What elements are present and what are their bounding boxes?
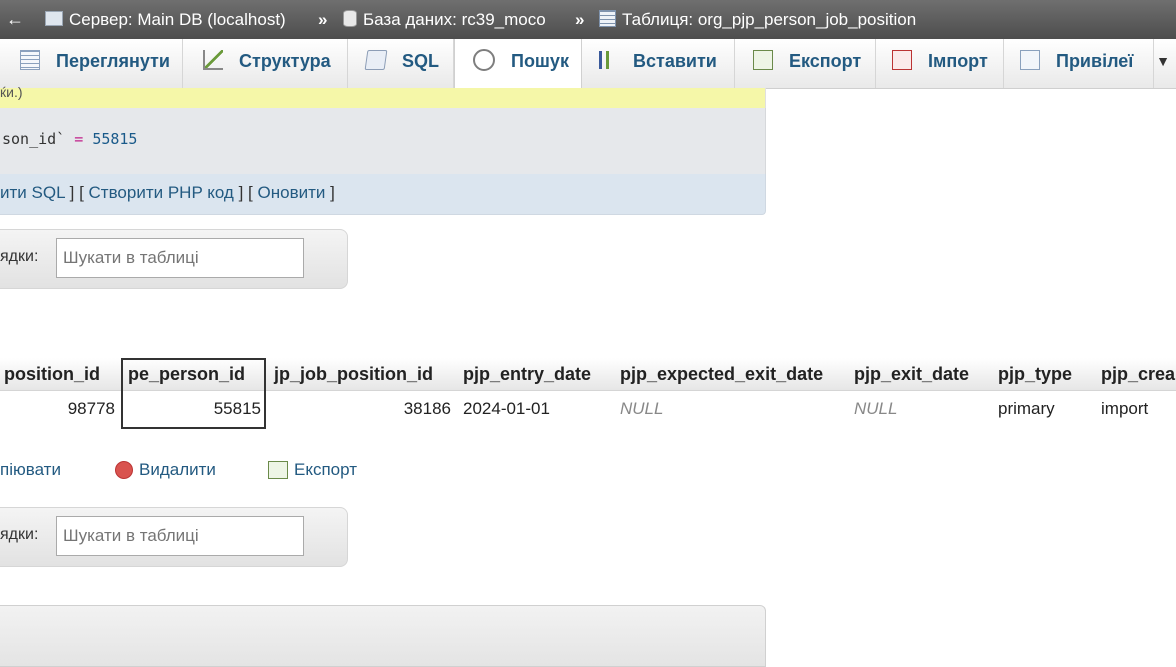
- back-arrow-icon[interactable]: ←: [6, 0, 24, 39]
- database-icon: [343, 10, 357, 28]
- tab-search[interactable]: Пошук: [454, 39, 582, 88]
- chevron-down-icon[interactable]: ▼: [1156, 39, 1170, 84]
- sql-value: 55815: [92, 130, 138, 148]
- table-cell[interactable]: NULL: [620, 392, 663, 426]
- column-header[interactable]: pjp_crea: [1101, 358, 1175, 390]
- bracket: ] [: [238, 183, 253, 202]
- selected-cell-outline: [121, 358, 266, 429]
- sql-column: son_id`: [2, 130, 66, 148]
- refresh-link[interactable]: Оновити: [258, 183, 326, 202]
- privileges-icon: [1020, 50, 1040, 71]
- breadcrumb-table-label[interactable]: Таблиця: org_pjp_person_job_position: [622, 10, 916, 29]
- filter-label: ядки:: [0, 526, 39, 543]
- column-header[interactable]: pjp_expected_exit_date: [620, 358, 823, 390]
- tab-import[interactable]: Імпорт: [876, 39, 1004, 88]
- column-header[interactable]: pjp_type: [998, 358, 1072, 390]
- edit-sql-link[interactable]: ити SQL: [0, 183, 65, 202]
- breadcrumb-server[interactable]: Сервер: Main DB (localhost): [45, 0, 286, 39]
- tab-import-label[interactable]: Імпорт: [928, 51, 988, 71]
- table-cell[interactable]: 38186: [270, 392, 451, 426]
- search-input[interactable]: [56, 238, 304, 278]
- tab-export[interactable]: Експорт: [735, 39, 876, 88]
- filter-label: ядки:: [0, 248, 39, 265]
- create-php-link[interactable]: Створити PHP код: [89, 183, 234, 202]
- query-notice: ќи.): [0, 84, 766, 108]
- tab-sql[interactable]: SQL: [348, 39, 454, 88]
- filter-panel-top: ядки:: [0, 229, 348, 289]
- table-cell[interactable]: import: [1101, 392, 1148, 426]
- copy-link[interactable]: піювати: [0, 460, 61, 480]
- query-notice-text: ќи.): [0, 84, 23, 100]
- export-icon: [268, 460, 288, 479]
- tab-search-label[interactable]: Пошук: [511, 51, 569, 71]
- table-cell[interactable]: 98778: [0, 392, 115, 426]
- tab-privileges[interactable]: Привілеї: [1004, 39, 1154, 88]
- column-header[interactable]: position_id: [4, 358, 100, 390]
- sql-operator: =: [74, 130, 84, 148]
- breadcrumb-database-label[interactable]: База даних: rc39_moco: [363, 10, 546, 29]
- more-tabs-button[interactable]: ▼: [1154, 39, 1176, 88]
- tab-structure-label[interactable]: Структура: [239, 51, 331, 71]
- breadcrumb-database[interactable]: База даних: rc39_moco: [343, 0, 546, 39]
- delete-button[interactable]: Видалити: [115, 460, 216, 480]
- tab-bar: Переглянути Структура SQL Пошук Вставити…: [0, 39, 1176, 89]
- tab-browse-label[interactable]: Переглянути: [56, 51, 170, 71]
- breadcrumb-separator: »: [318, 10, 328, 29]
- sql-query-box: son_id` = 55815: [0, 108, 766, 174]
- search-input[interactable]: [56, 516, 304, 556]
- tab-insert-label[interactable]: Вставити: [633, 51, 717, 71]
- export-icon: [753, 50, 773, 71]
- tab-export-label[interactable]: Експорт: [789, 51, 861, 71]
- breadcrumb-table[interactable]: Таблиця: org_pjp_person_job_position: [599, 0, 916, 39]
- table-icon: [599, 10, 616, 28]
- tab-privileges-label[interactable]: Привілеї: [1056, 51, 1133, 71]
- tab-structure[interactable]: Структура: [183, 39, 348, 88]
- breadcrumb-server-label[interactable]: Сервер: Main DB (localhost): [69, 10, 286, 29]
- column-header[interactable]: pjp_exit_date: [854, 358, 969, 390]
- delete-icon: [115, 460, 133, 479]
- query-results-operations-panel: [0, 605, 766, 667]
- table-cell[interactable]: NULL: [854, 392, 897, 426]
- tab-browse[interactable]: Переглянути: [0, 39, 183, 88]
- tab-sql-label[interactable]: SQL: [402, 51, 439, 71]
- sql-links: ити SQL ] [ Створити PHP код ] [ Оновити…: [0, 174, 766, 215]
- insert-icon: [599, 51, 617, 70]
- sql-icon: [364, 50, 388, 71]
- column-header[interactable]: jp_job_position_id: [274, 358, 433, 390]
- export-button[interactable]: Експорт: [268, 460, 357, 480]
- export-label[interactable]: Експорт: [294, 460, 357, 479]
- table-cell[interactable]: 2024-01-01: [463, 392, 550, 426]
- sql-code: son_id` = 55815: [2, 130, 137, 148]
- delete-label[interactable]: Видалити: [139, 460, 216, 479]
- bracket: ] [: [69, 183, 84, 202]
- column-header[interactable]: pjp_entry_date: [463, 358, 591, 390]
- breadcrumb-separator: »: [575, 10, 585, 29]
- table-cell[interactable]: primary: [998, 392, 1055, 426]
- tab-insert[interactable]: Вставити: [583, 39, 735, 88]
- bracket: ]: [330, 183, 335, 202]
- filter-panel-bottom: ядки:: [0, 507, 348, 567]
- browse-icon: [20, 50, 40, 71]
- breadcrumb: ← Сервер: Main DB (localhost) » База дан…: [0, 0, 1176, 39]
- structure-icon: [203, 50, 223, 71]
- import-icon: [892, 50, 912, 71]
- search-icon: [473, 49, 495, 72]
- server-icon: [45, 11, 63, 27]
